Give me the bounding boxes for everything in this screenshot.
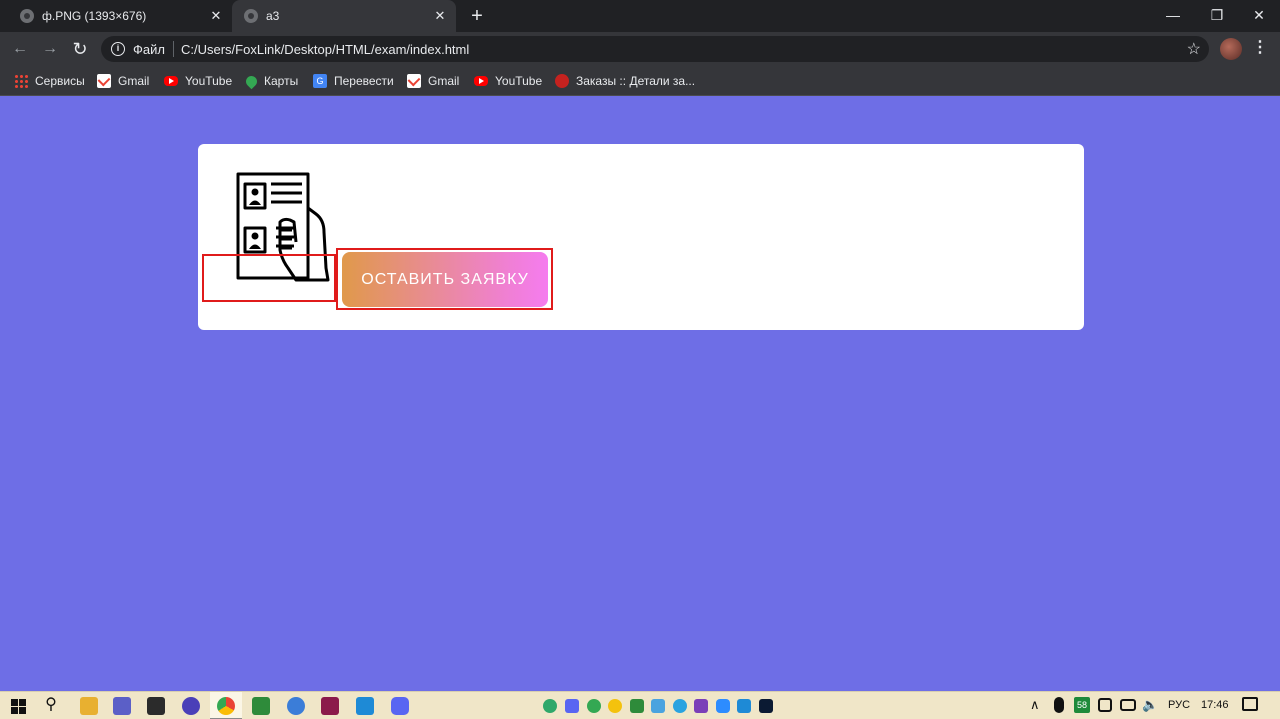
- divider: [173, 41, 174, 57]
- tab-image[interactable]: ф.PNG (1393×676) ✕: [8, 0, 232, 32]
- windows-start-icon[interactable]: [11, 699, 26, 714]
- forward-button[interactable]: →: [38, 37, 62, 61]
- content-card: ОСТАВИТЬ ЗАЯВКУ: [198, 144, 1084, 330]
- telegram-icon[interactable]: [673, 699, 687, 713]
- tab-title: а3: [266, 9, 280, 23]
- scheme-label: Файл: [133, 42, 165, 57]
- photoshop-icon[interactable]: [759, 699, 773, 713]
- reload-button[interactable]: ↻: [68, 37, 92, 61]
- tray-app-icon[interactable]: [543, 699, 557, 713]
- teams-icon[interactable]: [113, 697, 131, 715]
- url-text[interactable]: C:/Users/FoxLink/Desktop/HTML/exam/index…: [181, 42, 469, 57]
- os-taskbar: ⚲ ∧ 58 🔈 РУС 17:46: [0, 691, 1280, 719]
- winrar-icon[interactable]: [321, 697, 339, 715]
- tray-discord-icon[interactable]: [565, 699, 579, 713]
- bookmark-label: Gmail: [118, 74, 150, 88]
- bookmark-label: Сервисы: [35, 74, 85, 88]
- bookmark-gmail-2[interactable]: Gmail: [407, 72, 459, 90]
- bookmark-youtube[interactable]: YouTube: [164, 72, 232, 90]
- gmail-icon: [407, 74, 421, 88]
- tray-app-icon[interactable]: [608, 699, 622, 713]
- bookmark-label: Перевести: [334, 74, 394, 88]
- back-button[interactable]: ←: [8, 37, 32, 61]
- youtube-icon: [474, 76, 488, 86]
- bookmark-gmail[interactable]: Gmail: [97, 72, 149, 90]
- address-bar[interactable]: i Файл C:/Users/FoxLink/Desktop/HTML/exa…: [101, 36, 1209, 62]
- bookmark-label: YouTube: [495, 74, 543, 88]
- gmail-icon: [97, 74, 111, 88]
- profile-avatar[interactable]: [1220, 38, 1242, 60]
- translate-icon: G: [313, 74, 327, 88]
- bookmark-label: YouTube: [185, 74, 233, 88]
- terminal-icon[interactable]: [252, 697, 270, 715]
- browser-icon[interactable]: [287, 697, 305, 715]
- window-close-button[interactable]: ✕: [1236, 0, 1280, 32]
- zoom-icon[interactable]: [716, 699, 730, 713]
- bookmark-label: Карты: [264, 74, 299, 88]
- youtube-icon: [164, 76, 178, 86]
- volume-icon[interactable]: 🔈: [1142, 697, 1158, 713]
- bookmark-label: Заказы :: Детали за...: [576, 74, 696, 88]
- visual-studio-icon[interactable]: [694, 699, 708, 713]
- bookmarks-bar: Сервисы Gmail YouTube Карты G Перевести …: [0, 66, 1280, 96]
- vscode-icon[interactable]: [356, 697, 374, 715]
- network-icon[interactable]: [1120, 699, 1136, 711]
- tray-chrome-icon[interactable]: [587, 699, 601, 713]
- tray-vscode-icon[interactable]: [737, 699, 751, 713]
- orders-icon: [555, 74, 569, 88]
- tab-active[interactable]: а3 ✕: [232, 0, 456, 32]
- tab-title: ф.PNG (1393×676): [42, 9, 147, 23]
- bookmark-services[interactable]: Сервисы: [14, 72, 85, 90]
- info-icon[interactable]: i: [111, 42, 125, 56]
- store-icon[interactable]: [147, 697, 165, 715]
- bookmark-label: Gmail: [428, 74, 460, 88]
- tray-chevron-icon[interactable]: ∧: [1030, 697, 1040, 713]
- bookmark-orders[interactable]: Заказы :: Детали за...: [555, 72, 695, 90]
- tray-badge[interactable]: 58: [1074, 697, 1090, 713]
- bookmark-star-icon[interactable]: ☆: [1187, 39, 1201, 59]
- clock[interactable]: 17:46: [1201, 699, 1229, 711]
- microphone-icon[interactable]: [1054, 697, 1064, 713]
- app-icon[interactable]: [182, 697, 200, 715]
- globe-icon: [244, 9, 258, 23]
- minimize-button[interactable]: —: [1150, 0, 1196, 32]
- tab-strip: ф.PNG (1393×676) ✕ а3 ✕ + — ❐ ✕: [0, 0, 1280, 32]
- chrome-icon[interactable]: [217, 697, 235, 715]
- discord-icon[interactable]: [391, 697, 409, 715]
- bookmark-youtube-2[interactable]: YouTube: [474, 72, 542, 90]
- tray-app-icon[interactable]: [1098, 698, 1112, 712]
- notifications-icon[interactable]: [1242, 697, 1258, 711]
- tray-terminal-icon[interactable]: [630, 699, 644, 713]
- tab-close-icon[interactable]: ✕: [432, 8, 448, 24]
- new-tab-button[interactable]: +: [466, 5, 488, 27]
- apps-icon: [14, 74, 28, 88]
- restore-button[interactable]: ❐: [1194, 0, 1240, 32]
- bookmark-maps[interactable]: Карты: [243, 72, 299, 90]
- globe-icon: [20, 9, 34, 23]
- browser-toolbar: ← → ↻ i Файл C:/Users/FoxLink/Desktop/HT…: [0, 32, 1280, 66]
- search-icon[interactable]: ⚲: [42, 696, 60, 714]
- highlight-box-empty: [202, 254, 336, 302]
- tab-close-icon[interactable]: ✕: [208, 8, 224, 24]
- submit-request-button[interactable]: ОСТАВИТЬ ЗАЯВКУ: [342, 252, 548, 307]
- tray-app-icon[interactable]: [651, 699, 665, 713]
- file-explorer-icon[interactable]: [80, 697, 98, 715]
- maps-icon: [243, 73, 260, 89]
- browser-menu-icon[interactable]: ⋮: [1252, 38, 1268, 60]
- bookmark-translate[interactable]: G Перевести: [313, 72, 394, 90]
- language-indicator[interactable]: РУС: [1168, 699, 1190, 711]
